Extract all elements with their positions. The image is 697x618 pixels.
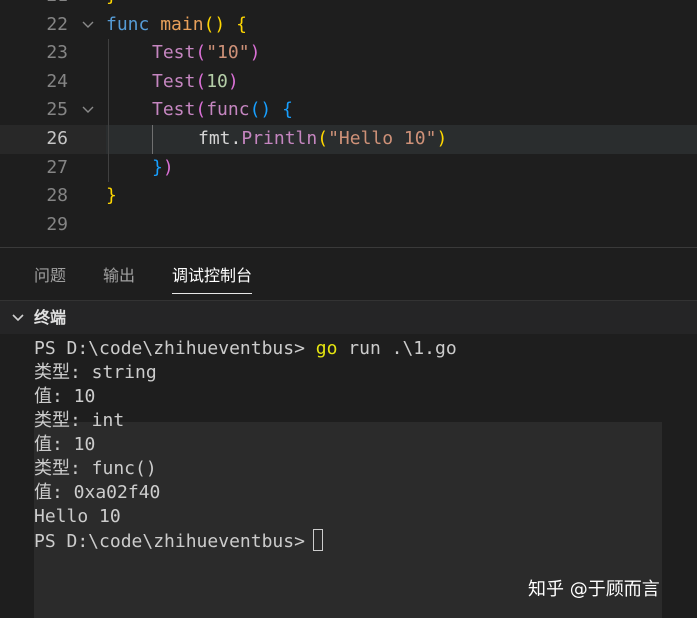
fold-chevron-icon[interactable] (80, 96, 96, 125)
terminal-output-line: 类型: func() (34, 458, 157, 479)
code-line-28: 28 } (0, 182, 697, 211)
line-number: 27 (46, 156, 68, 178)
fold-chevron-icon[interactable] (80, 11, 96, 40)
line-number: 25 (46, 99, 68, 121)
parens: () (203, 13, 226, 35)
line-number: 26 (46, 128, 68, 149)
code-line-25: 25 Test(func() { (0, 96, 697, 125)
number-literal: 10 (206, 70, 228, 92)
line-number: 24 (46, 70, 68, 92)
function-name: main (160, 13, 204, 35)
bottom-panel: 问题 输出 调试控制台 终端 PS D:\code\zhihueventbus>… (0, 248, 697, 618)
line-number: 21 (0, 0, 68, 11)
code-line-21: 21 } (0, 0, 697, 11)
package-fmt: fmt (198, 128, 231, 149)
terminal-prompt-line: PS D:\code\zhihueventbus> (34, 529, 323, 554)
code-line-23: 23 Test("10") (0, 39, 697, 68)
active-tab-indicator (172, 293, 253, 294)
code-line-22: 22 func main() { (0, 11, 697, 40)
panel-tabs: 问题 输出 调试控制台 (0, 248, 697, 300)
command-args: run .\1.go (337, 338, 457, 359)
terminal-title: 终端 (34, 308, 67, 327)
terminal-output-line: 值: 0xa02f40 (34, 482, 161, 503)
string-literal: "10" (206, 42, 250, 64)
code-line-27: 27 }) (0, 153, 697, 183)
terminal-output-line: 值: 10 (34, 386, 96, 407)
tab-debug-console[interactable]: 调试控制台 (172, 266, 253, 294)
chevron-down-icon[interactable] (10, 310, 26, 326)
tab-problems[interactable]: 问题 (34, 266, 66, 286)
call-test: Test (152, 99, 196, 121)
terminal-prompt: PS D:\code\zhihueventbus> (34, 338, 316, 359)
line-number: 29 (46, 213, 68, 235)
code-line-26-current: 26 fmt.Println("Hello 10") (0, 125, 697, 154)
terminal-output-line: Hello 10 (34, 506, 121, 527)
terminal-output-line: 值: 10 (34, 434, 96, 455)
keyword-func: func (206, 99, 250, 121)
code-line-24: 24 Test(10) (0, 67, 697, 97)
call-test: Test (152, 70, 196, 92)
terminal-output-line: 类型: int (34, 410, 125, 431)
string-literal: "Hello 10" (328, 128, 437, 149)
tab-output[interactable]: 输出 (103, 266, 135, 286)
code-editor[interactable]: 21 } 22 func main() { 23 Test("10") 24 T… (0, 0, 697, 247)
tab-label: 调试控制台 (172, 266, 253, 285)
line-number: 28 (46, 185, 68, 207)
call-println: Println (241, 128, 318, 149)
terminal-prompt: PS D:\code\zhihueventbus> (34, 531, 305, 552)
closing-brace: } (106, 0, 117, 6)
keyword-func: func (106, 13, 150, 35)
terminal-section-header[interactable]: 终端 (0, 300, 697, 334)
line-number: 22 (46, 13, 68, 35)
line-number: 23 (46, 42, 68, 64)
terminal-output-line: 类型: string (34, 362, 157, 383)
terminal-cursor (312, 529, 323, 551)
zhihu-watermark: 知乎 @于顾而言 (528, 579, 660, 600)
call-test: Test (152, 42, 196, 64)
terminal-output[interactable]: PS D:\code\zhihueventbus> go run .\1.go … (0, 334, 697, 618)
terminal-command-line: PS D:\code\zhihueventbus> go run .\1.go (34, 337, 457, 361)
code-line-29: 29 (0, 211, 697, 240)
open-brace: { (236, 13, 247, 35)
command-go: go (315, 338, 338, 359)
closing-brace: } (106, 185, 117, 207)
